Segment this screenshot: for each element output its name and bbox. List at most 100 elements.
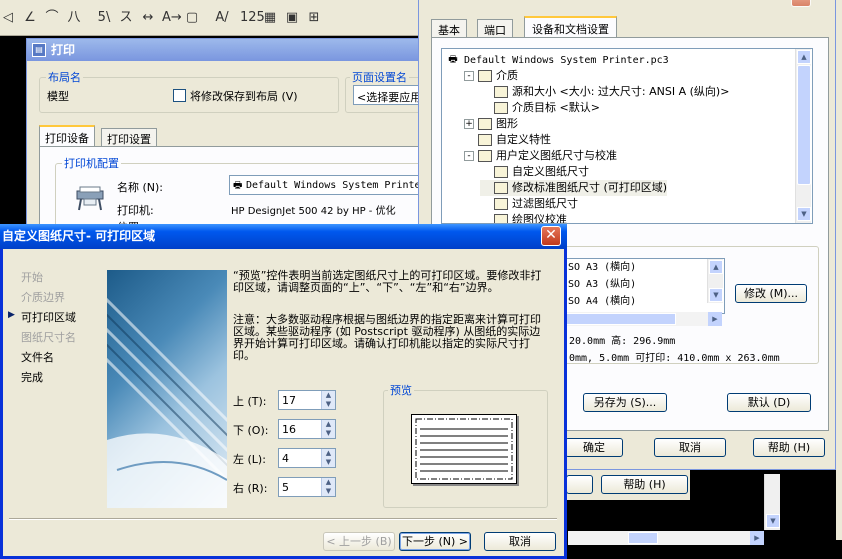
paper-size-item[interactable]: SO A4 (横向) bbox=[566, 294, 636, 310]
wizard-close-button[interactable]: ✕ bbox=[541, 226, 561, 246]
margin-spinner[interactable]: 17 ▲ ▼ bbox=[278, 390, 336, 410]
editor-tab-device-settings[interactable]: 设备和文档设置 bbox=[524, 16, 617, 38]
paper-size-item[interactable]: SO A3 (纵向) bbox=[566, 277, 636, 293]
size-hscroll-right-icon[interactable]: ▶ bbox=[708, 312, 722, 326]
spin-up-icon[interactable]: ▲ bbox=[322, 420, 335, 429]
tree-item[interactable]: - 介质 bbox=[464, 68, 518, 84]
leader-tool-icon[interactable]: ス bbox=[118, 9, 134, 27]
diameter-tool-icon[interactable]: 5\ bbox=[96, 9, 112, 27]
size-hscroll-thumb[interactable] bbox=[566, 313, 676, 325]
next-button[interactable]: 下一步 (N) > bbox=[399, 532, 471, 551]
tree-scroll-down-icon[interactable]: ▼ bbox=[797, 207, 811, 221]
spin-up-icon[interactable]: ▲ bbox=[322, 478, 335, 487]
margin-spinner[interactable]: 5 ▲ ▼ bbox=[278, 477, 336, 497]
spin-up-icon[interactable]: ▲ bbox=[322, 449, 335, 458]
spin-arrows[interactable]: ▲ ▼ bbox=[321, 478, 335, 496]
size-scroll-up-icon[interactable]: ▲ bbox=[709, 260, 723, 274]
tree-expander-icon[interactable] bbox=[480, 167, 490, 177]
tree-scroll-thumb[interactable] bbox=[797, 65, 811, 185]
tree-item[interactable]: 修改标准图纸尺寸 (可打印区域) bbox=[480, 180, 668, 196]
tree-expander-icon[interactable]: + bbox=[464, 119, 474, 129]
margin-value[interactable]: 4 bbox=[282, 452, 289, 465]
editor-cancel-button[interactable]: 取消 bbox=[654, 438, 726, 457]
tree-expander-icon[interactable]: - bbox=[464, 71, 474, 81]
cad-vertical-scrollbar[interactable]: ▼ bbox=[764, 474, 780, 530]
margin-value[interactable]: 5 bbox=[282, 481, 289, 494]
spin-down-icon[interactable]: ▼ bbox=[322, 400, 335, 409]
tree-expander-icon[interactable] bbox=[464, 135, 474, 145]
save-as-button[interactable]: 另存为 (S)... bbox=[583, 393, 667, 412]
text-style-icon[interactable]: A/ bbox=[214, 9, 230, 27]
margin-value[interactable]: 17 bbox=[282, 394, 296, 407]
tolerance-tool-icon[interactable]: ↔ bbox=[140, 9, 156, 27]
tree-item[interactable]: 过滤图纸尺寸 bbox=[480, 196, 578, 212]
dimension-text-icon[interactable]: A→ bbox=[162, 9, 182, 27]
number-format-icon[interactable]: 125 bbox=[240, 9, 265, 27]
tree-item[interactable]: 自定义图纸尺寸 bbox=[480, 164, 589, 180]
arc-tool-icon[interactable]: ⌒ bbox=[44, 9, 60, 27]
sheet-icon[interactable]: ▢ bbox=[184, 9, 200, 27]
paper-size-item[interactable]: SO A3 (横向) bbox=[566, 260, 636, 276]
grid-icon[interactable]: ▦ bbox=[262, 9, 278, 27]
editor-tab-ports[interactable]: 端口 bbox=[477, 19, 513, 38]
size-list-hscrollbar[interactable]: ▶ bbox=[566, 312, 722, 326]
tree-scrollbar[interactable]: ▲ ▼ bbox=[795, 49, 811, 223]
radius-tool-icon[interactable]: 八 bbox=[66, 9, 82, 27]
angle-tool-icon[interactable]: ∠ bbox=[22, 9, 38, 27]
tree-item[interactable]: 源和大小 <大小: 过大尺寸: ANSI A (纵向)> bbox=[480, 84, 729, 100]
margin-value[interactable]: 16 bbox=[282, 423, 296, 436]
size-scroll-down-icon[interactable]: ▼ bbox=[709, 288, 723, 302]
plot-help-button[interactable]: 帮助 (H) bbox=[601, 475, 688, 494]
cad-right-panel bbox=[836, 0, 842, 540]
spin-down-icon[interactable]: ▼ bbox=[322, 487, 335, 496]
line-tool-icon[interactable]: ◁ bbox=[0, 9, 16, 27]
tree-expander-icon[interactable] bbox=[480, 215, 490, 223]
device-settings-tree[interactable]: 🖶 Default Windows System Printer.pc3 - 介质源… bbox=[441, 48, 813, 224]
editor-tab-basic[interactable]: 基本 bbox=[431, 19, 467, 38]
spin-down-icon[interactable]: ▼ bbox=[322, 429, 335, 438]
bg-hidden-button[interactable] bbox=[566, 475, 593, 494]
tree-item[interactable]: 绘图仪校准 bbox=[480, 212, 567, 223]
modify-button[interactable]: 修改 (M)... bbox=[735, 284, 807, 303]
margin-spinner[interactable]: 16 ▲ ▼ bbox=[278, 419, 336, 439]
frame-icon[interactable]: ▣ bbox=[284, 9, 300, 27]
cad-horizontal-scrollbar[interactable]: ▶ bbox=[568, 531, 764, 545]
tree-item[interactable]: 自定义特性 bbox=[464, 132, 551, 148]
table-tool-icon[interactable]: ⊞ bbox=[306, 9, 322, 27]
editor-ok-button[interactable]: 确定 bbox=[565, 438, 623, 457]
defaults-button[interactable]: 默认 (D) bbox=[727, 393, 811, 412]
printer-name-select[interactable]: 🖶 Default Windows System Printe bbox=[229, 175, 427, 195]
wizard-cancel-button[interactable]: 取消 bbox=[484, 532, 556, 551]
spin-arrows[interactable]: ▲ ▼ bbox=[321, 391, 335, 409]
tab-plot-settings[interactable]: 打印设置 bbox=[101, 128, 157, 147]
tree-expander-icon[interactable] bbox=[480, 199, 490, 209]
editor-close-button[interactable]: ✕ bbox=[791, 0, 811, 7]
tree-root[interactable]: 🖶 Default Windows System Printer.pc3 bbox=[446, 52, 668, 68]
tab-plot-device[interactable]: 打印设备 bbox=[39, 125, 95, 147]
editor-help-button[interactable]: 帮助 (H) bbox=[753, 438, 825, 457]
spin-down-icon[interactable]: ▼ bbox=[322, 458, 335, 467]
tree-expander-icon[interactable] bbox=[480, 87, 490, 97]
tree-scroll-up-icon[interactable]: ▲ bbox=[797, 50, 811, 64]
tree-expander-icon[interactable] bbox=[480, 103, 490, 113]
spin-up-icon[interactable]: ▲ bbox=[322, 391, 335, 400]
tree-expander-icon[interactable] bbox=[480, 183, 490, 193]
spin-arrows[interactable]: ▲ ▼ bbox=[321, 449, 335, 467]
cad-scroll-down-icon[interactable]: ▼ bbox=[766, 514, 780, 528]
margin-spinner[interactable]: 4 ▲ ▼ bbox=[278, 448, 336, 468]
spin-arrows[interactable]: ▲ ▼ bbox=[321, 420, 335, 438]
cad-toolbar: ◁ ∠ ⌒ 八 5\ ス ↔ A→ ▢ A/125 ▦ ▣ ⊞ bbox=[0, 0, 420, 36]
back-button[interactable]: < 上一步 (B) bbox=[323, 532, 395, 551]
tree-item[interactable]: + 图形 bbox=[464, 116, 518, 132]
paper-size-list[interactable]: SO A3 (横向) SO A3 (纵向) SO A4 (横向) bbox=[565, 258, 725, 314]
plot-dialog-titlebar[interactable]: ▤ 打印 bbox=[27, 39, 425, 61]
wizard-titlebar[interactable]: 自定义图纸尺寸- 可打印区域 bbox=[0, 224, 567, 249]
save-to-layout-label[interactable]: 将修改保存到布局 (V) bbox=[190, 88, 298, 104]
cad-hscroll-thumb[interactable] bbox=[628, 532, 658, 544]
tree-expander-icon[interactable]: - bbox=[464, 151, 474, 161]
tree-item[interactable]: 介质目标 <默认> bbox=[480, 100, 600, 116]
size-list-scrollbar[interactable]: ▲ ▼ bbox=[707, 259, 723, 303]
cad-hscroll-right-icon[interactable]: ▶ bbox=[750, 531, 764, 545]
save-to-layout-checkbox[interactable] bbox=[173, 89, 186, 102]
tree-item[interactable]: - 用户定义图纸尺寸与校准 bbox=[464, 148, 617, 164]
